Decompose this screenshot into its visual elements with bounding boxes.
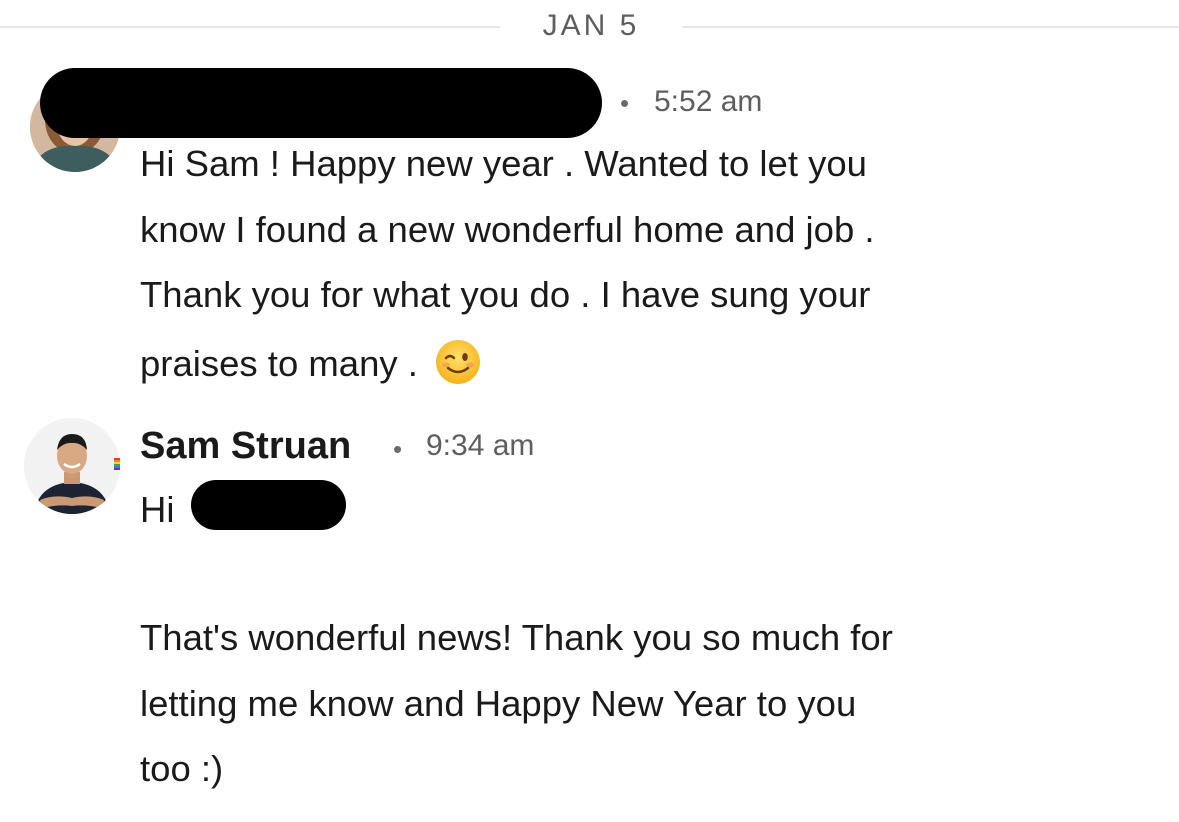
separator-dot: • bbox=[620, 88, 630, 118]
message-text-line: That's wonderful news! Thank you so much… bbox=[140, 617, 893, 658]
winking-face-emoji bbox=[434, 338, 482, 386]
redacted-sender-name bbox=[40, 68, 602, 138]
message-text-line: Thank you for what you do . I have sung … bbox=[140, 274, 871, 315]
separator-dot: • bbox=[393, 434, 403, 464]
sender-name[interactable]: Sam Struan bbox=[140, 424, 351, 468]
date-label: JAN 5 bbox=[542, 9, 640, 42]
pride-badge bbox=[114, 458, 120, 470]
avatar-image bbox=[24, 418, 120, 514]
message-text-line: letting me know and Happy New Year to yo… bbox=[140, 683, 857, 724]
sam-struan-avatar[interactable] bbox=[24, 418, 120, 514]
separator-line-right bbox=[682, 26, 1179, 28]
message-text-line: Hi Sam ! Happy new year . Wanted to let … bbox=[140, 143, 867, 184]
winking-face-icon bbox=[436, 340, 481, 384]
message-time: 9:34 am bbox=[426, 429, 535, 462]
message-text-line: know I found a new wonderful home and jo… bbox=[140, 209, 875, 250]
message-text: praises to many . bbox=[140, 343, 418, 384]
message-text-line-last: praises to many . bbox=[140, 338, 482, 386]
date-separator: JAN 5 bbox=[0, 8, 1179, 44]
message-text-line: too :) bbox=[140, 748, 224, 789]
separator-line-left bbox=[0, 26, 500, 28]
greeting-text: Hi bbox=[140, 489, 175, 530]
message-time: 5:52 am bbox=[654, 85, 763, 118]
redacted-recipient-name bbox=[191, 480, 346, 530]
